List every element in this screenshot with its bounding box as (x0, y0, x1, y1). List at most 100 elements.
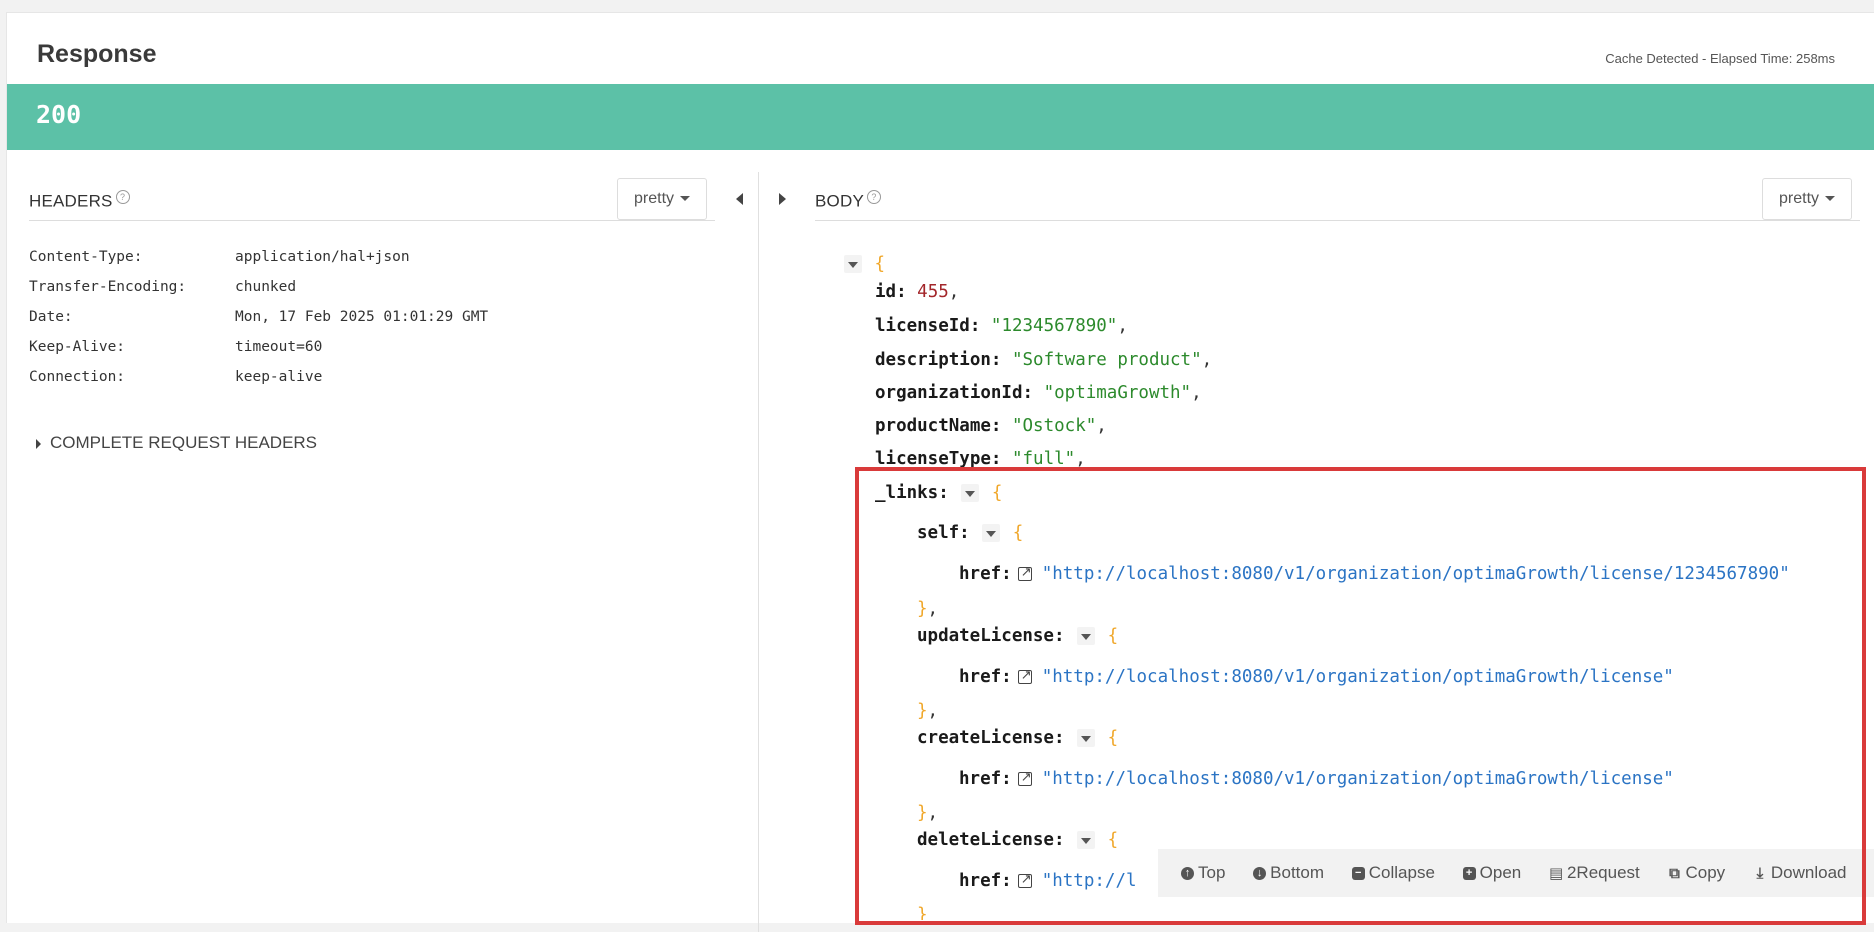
external-link-icon[interactable] (1017, 765, 1032, 791)
header-row: Transfer-Encoding: chunked (29, 276, 488, 306)
body-title-label: BODY (815, 191, 864, 211)
collapse-toggle-icon[interactable] (982, 524, 1001, 542)
header-value: chunked (235, 279, 297, 295)
json-href-line: href: "http://localhost:8080/v1/organizat… (959, 560, 1790, 587)
json-link[interactable]: "http://localhost:8080/v1/organization/o… (1042, 769, 1674, 789)
collapse-toggle-icon[interactable] (844, 255, 862, 273)
external-link-icon[interactable] (1017, 663, 1032, 689)
json-key: productName: (875, 416, 1002, 436)
status-code: 200 (36, 100, 82, 129)
json-link[interactable]: "http://l (1042, 871, 1137, 891)
json-link[interactable]: "http://localhost:8080/v1/organization/o… (1042, 667, 1674, 687)
external-link-icon[interactable] (1017, 867, 1032, 893)
json-href-line: href: "http://l (959, 867, 1137, 894)
json-value: "1234567890" (990, 316, 1118, 336)
json-toolbar: ↑ Top ↓ Bottom − Collapse + Open ▤ 2Request ⧉… (1158, 849, 1874, 897)
headers-table: Content-Type: application/hal+json Transf… (29, 246, 488, 396)
json-close-line: }, (917, 803, 939, 823)
minus-square-icon: − (1351, 867, 1365, 881)
collapse-toggle-icon[interactable] (961, 484, 980, 502)
json-close-line: }, (917, 701, 939, 721)
caret-right-icon (36, 438, 41, 449)
header-row: Connection: keep-alive (29, 366, 488, 396)
download-icon: ⤓ (1756, 865, 1764, 883)
json-key: description: (875, 350, 1002, 370)
json-field: licenseType: "full", (875, 449, 1086, 469)
header-key: Date: (29, 309, 73, 325)
json-delete-line: deleteLicense: { (917, 830, 1119, 850)
json-field: organizationId: "optimaGrowth", (875, 383, 1202, 403)
body-divider (815, 220, 1860, 221)
header-key: Keep-Alive: (29, 339, 126, 355)
collapse-toggle-icon[interactable] (1077, 627, 1096, 645)
download-button[interactable]: ⤓ Download (1753, 849, 1847, 897)
to-request-label: 2Request (1566, 863, 1640, 882)
copy-icon: ⧉ (1669, 865, 1680, 883)
json-key: organizationId: (875, 383, 1034, 403)
json-create-line: createLicense: { (917, 728, 1119, 748)
json-key: deleteLicense: (917, 830, 1065, 850)
json-self-line: self: { (917, 523, 1024, 543)
json-key: id: (875, 282, 907, 302)
download-label: Download (1770, 863, 1847, 882)
headers-format-label: pretty (634, 190, 675, 207)
json-key: self: (917, 523, 970, 543)
to-request-button[interactable]: ▤ 2Request (1549, 849, 1640, 897)
complete-request-label: COMPLETE REQUEST HEADERS (50, 433, 318, 452)
expand-right-icon[interactable] (779, 193, 786, 205)
copy-label: Copy (1685, 863, 1726, 882)
body-format-label: pretty (1779, 190, 1820, 207)
json-key: href: (959, 667, 1012, 687)
arrow-down-circle-icon: ↓ (1253, 867, 1267, 881)
complete-request-headers-toggle[interactable]: COMPLETE REQUEST HEADERS (36, 433, 317, 453)
json-field: description: "Software product", (875, 350, 1213, 370)
json-value: "Ostock" (1011, 416, 1097, 436)
header-key: Transfer-Encoding: (29, 279, 187, 295)
collapse-toggle-icon[interactable] (1077, 729, 1096, 747)
chevron-down-icon (1825, 196, 1836, 202)
help-icon[interactable]: ? (115, 190, 130, 204)
header-value: timeout=60 (235, 339, 323, 355)
json-close-line: }, (917, 599, 939, 619)
headers-title: HEADERS? (29, 190, 130, 212)
json-key: _links: (875, 483, 949, 503)
json-href-line: href: "http://localhost:8080/v1/organizat… (959, 663, 1674, 690)
top-button[interactable]: ↑ Top (1181, 849, 1225, 897)
collapse-button[interactable]: − Collapse (1351, 849, 1435, 897)
json-key: href: (959, 871, 1012, 891)
header-row: Date: Mon, 17 Feb 2025 01:01:29 GMT (29, 306, 488, 336)
json-field: id: 455, (875, 282, 960, 302)
json-key: createLicense: (917, 728, 1065, 748)
copy-button[interactable]: ⧉ Copy (1667, 849, 1725, 897)
pane-divider (758, 172, 759, 932)
response-title: Response (37, 40, 157, 68)
collapse-left-icon[interactable] (736, 193, 743, 205)
headers-title-label: HEADERS (29, 191, 113, 211)
help-icon[interactable]: ? (866, 190, 881, 204)
json-field: licenseId: "1234567890", (875, 316, 1128, 336)
arrow-up-circle-icon: ↑ (1181, 867, 1194, 881)
json-close-line: } (917, 905, 928, 920)
json-link[interactable]: "http://localhost:8080/v1/organization/o… (1042, 564, 1790, 584)
headers-format-dropdown[interactable]: pretty (617, 178, 708, 220)
bottom-button[interactable]: ↓ Bottom (1253, 849, 1324, 897)
body-format-dropdown[interactable]: pretty (1762, 178, 1853, 220)
json-field: productName: "Ostock", (875, 416, 1107, 436)
header-value: Mon, 17 Feb 2025 01:01:29 GMT (235, 309, 489, 325)
header-key: Content-Type: (29, 249, 143, 265)
open-button[interactable]: + Open (1462, 849, 1521, 897)
plus-square-icon: + (1462, 867, 1476, 881)
header-row: Keep-Alive: timeout=60 (29, 336, 488, 366)
body-title: BODY? (815, 190, 881, 212)
bottom-label: Bottom (1270, 863, 1325, 882)
json-key: licenseId: (875, 316, 981, 336)
external-link-icon[interactable] (1017, 560, 1032, 586)
json-root-line: { (842, 251, 885, 277)
collapse-toggle-icon[interactable] (1077, 831, 1096, 849)
header-value: keep-alive (235, 369, 323, 385)
json-value: 455 (917, 282, 949, 302)
json-value: "full" (1011, 449, 1076, 469)
json-value: "optimaGrowth" (1043, 383, 1192, 403)
header-key: Connection: (29, 369, 126, 385)
json-links-line: _links: { (875, 480, 1023, 506)
